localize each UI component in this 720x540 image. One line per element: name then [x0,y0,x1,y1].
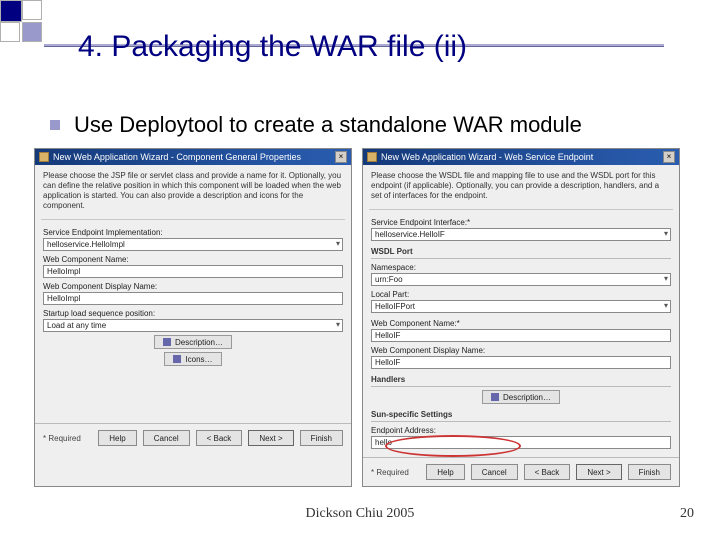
local-part-label: Local Part: [371,290,671,299]
web-component-display-label: Web Component Display Name: [43,282,343,291]
required-note: * Required [371,468,409,477]
slide-title: 4. Packaging the WAR file (ii) [78,30,467,64]
java-cup-icon [367,152,377,162]
startup-sequence-select[interactable]: Load at any time [43,319,343,332]
web-component-name-label: Web Component Name: [43,255,343,264]
finish-button[interactable]: Finish [628,464,671,480]
namespace-select[interactable]: urn:Foo [371,273,671,286]
handlers-heading: Handlers [371,373,671,387]
java-cup-icon [39,152,49,162]
footer-credit: Dickson Chiu 2005 [0,506,720,522]
description-button[interactable]: Description… [482,390,560,404]
bullet-icon [50,120,60,130]
page-number: 20 [680,506,694,522]
web-component-name-input[interactable]: HelloImpl [43,265,343,278]
local-part-select[interactable]: HelloIFPort [371,300,671,313]
service-endpoint-impl-select[interactable]: helloservice.HelloImpl [43,238,343,251]
dialog-description: Please choose the JSP file or servlet cl… [35,165,351,217]
required-note: * Required [43,434,81,443]
web-component-display-label: Web Component Display Name: [371,346,671,355]
web-component-name-input[interactable]: HelloIF [371,329,671,342]
close-icon[interactable]: × [663,151,675,163]
titlebar-left: New Web Application Wizard - Component G… [35,149,351,165]
wsdl-port-heading: WSDL Port [371,245,671,259]
cancel-button[interactable]: Cancel [471,464,518,480]
finish-button[interactable]: Finish [300,430,343,446]
service-endpoint-interface-label: Service Endpoint Interface:* [371,218,671,227]
doc-icon [163,338,171,346]
next-button[interactable]: Next > [576,464,621,480]
doc-icon [491,393,499,401]
dialog-description: Please choose the WSDL file and mapping … [363,165,679,207]
cancel-button[interactable]: Cancel [143,430,190,446]
titlebar-text: New Web Application Wizard - Component G… [53,152,301,162]
help-button[interactable]: Help [98,430,136,446]
bullet-text: Use Deploytool to create a standalone WA… [74,112,582,138]
service-endpoint-interface-select[interactable]: helloservice.HelloIF [371,228,671,241]
web-component-display-input[interactable]: HelloImpl [43,292,343,305]
namespace-label: Namespace: [371,263,671,272]
close-icon[interactable]: × [335,151,347,163]
endpoint-address-label: Endpoint Address: [371,426,671,435]
icons-button[interactable]: Icons… [164,352,221,366]
help-button[interactable]: Help [426,464,464,480]
wizard-general-properties: New Web Application Wizard - Component G… [34,148,352,487]
web-component-display-input[interactable]: HelloIF [371,356,671,369]
description-button[interactable]: Description… [154,335,232,349]
endpoint-address-input[interactable]: hello [371,436,671,449]
titlebar-right: New Web Application Wizard - Web Service… [363,149,679,165]
back-button[interactable]: < Back [196,430,243,446]
sun-settings-heading: Sun-specific Settings [371,408,671,422]
service-endpoint-impl-label: Service Endpoint Implementation: [43,228,343,237]
startup-sequence-label: Startup load sequence position: [43,309,343,318]
wizard-web-service-endpoint: New Web Application Wizard - Web Service… [362,148,680,487]
titlebar-text: New Web Application Wizard - Web Service… [381,152,593,162]
next-button[interactable]: Next > [248,430,293,446]
image-icon [173,355,181,363]
back-button[interactable]: < Back [524,464,571,480]
web-component-name-label: Web Component Name:* [371,319,671,328]
